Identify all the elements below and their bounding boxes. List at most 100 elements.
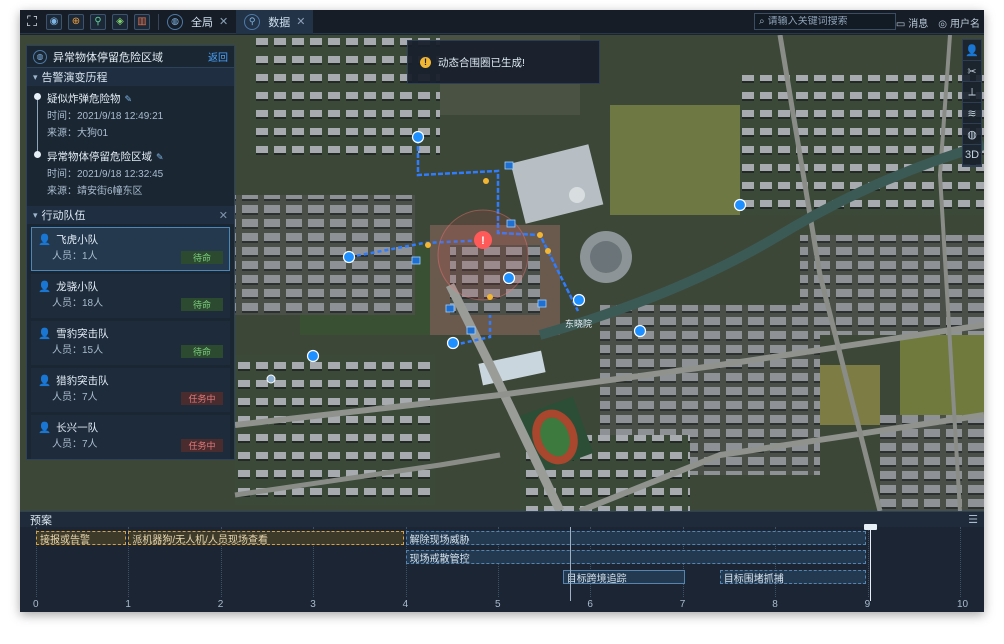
robot-marker[interactable] [483,178,489,184]
network-tool-icon[interactable]: ⚲ [90,13,106,30]
top-right-actions: ▭ 消息 ◎ 用户名 [896,15,980,30]
section-title: 告警演变历程 [41,72,108,84]
map-toolbar: 👤 ✂ ⟂ ≋ ◍ 3D [962,39,982,167]
timeline-gridline [960,527,961,597]
team-marker[interactable] [342,250,356,264]
playhead-handle[interactable] [864,524,877,530]
timeline-playhead[interactable] [864,524,877,601]
plan-step-bar[interactable]: 派机器狗/无人机/人员现场查看 [128,531,404,545]
panel-header: ◍ 异常物体停留危险区域 返回 [27,46,234,68]
history-section-header[interactable]: ▾ 告警演变历程 [27,68,234,86]
fullscreen-icon[interactable]: ⛶ [24,13,40,30]
plan-step-bar[interactable]: 解除现场威胁 [405,531,866,545]
team-marker[interactable] [306,349,320,363]
map-place-label: 东晓院 [565,318,592,329]
timeline-line [37,98,38,156]
plan-step-bar[interactable]: 目标跨境追踪 [562,570,686,584]
alert-marker[interactable]: ! [474,231,492,249]
robot-marker[interactable] [545,248,551,254]
teams-section-header[interactable]: ▾ 行动队伍 ✕ [27,206,234,224]
warning-icon: ! [420,56,431,68]
camera-marker[interactable] [506,219,516,228]
timeline-tick-label: 8 [772,599,778,610]
robot-marker[interactable] [487,294,493,300]
camera-marker[interactable] [411,256,421,265]
chevron-down-icon: ▾ [33,209,38,220]
timeline-body[interactable]: 0 1 2 3 4 5 6 7 8 9 10 接报或告警 派机器狗/无人机/人员现场查看 解除现场威胁 现场… [20,524,984,612]
alert-history: 疑似炸弹危险物 ✎ 时间：2021/9/18 12:49:21 来源：大狗01 异… [27,86,234,206]
timeline-dot [34,151,41,158]
camera-marker[interactable] [445,304,455,313]
team-item[interactable]: 👤 龙骁小队 人员：18人 待命 [31,274,230,318]
status-badge: 任务中 [181,392,223,405]
robot-marker[interactable] [425,242,431,248]
team-marker[interactable] [572,293,586,307]
team-name: 龙骁小队 [56,281,99,293]
section-title: 行动队伍 [41,210,86,222]
toast-text: 动态合围圈已生成! [438,56,525,69]
tab-data[interactable]: ⚲ 数据 ✕ [236,10,314,34]
timeline-tick-label: 0 [33,599,39,610]
team-item[interactable]: 👤 长兴一队 人员：7人 任务中 [31,415,230,459]
user-button[interactable]: ◎ 用户名 [938,15,980,30]
menu-icon[interactable]: ☰ [968,513,978,526]
panel-title: 异常物体停留危险区域 [53,51,163,64]
edit-icon[interactable]: ✎ [125,94,133,104]
history-title: 疑似炸弹危险物 [47,93,121,105]
globe-tool-icon[interactable]: ◉ [46,13,62,30]
user-label: 用户名 [950,19,980,30]
message-button[interactable]: ▭ 消息 [896,15,928,30]
scissors-icon[interactable]: ✂ [963,61,981,82]
plan-step-bar[interactable]: 现场戒散管控 [405,550,866,564]
team-name: 飞虎小队 [56,234,99,246]
timeline-header: 预案 ☰ [20,511,984,527]
search-box[interactable]: ⌕ [754,13,896,30]
person-icon[interactable]: 👤 [963,40,981,61]
history-time: 时间：2021/9/18 12:49:21 [47,111,164,122]
camera-marker[interactable] [504,161,514,170]
team-marker[interactable] [502,271,516,285]
team-marker[interactable] [446,336,460,350]
plan-step-bar[interactable]: 目标围堵抓捕 [719,570,866,584]
camera-marker[interactable] [466,326,476,335]
team-name: 雪豹突击队 [56,328,109,340]
team-marker[interactable] [411,130,425,144]
target-icon[interactable]: ⊕ [68,13,84,30]
back-link[interactable]: 返回 [208,49,228,64]
person-icon: 👤 [38,281,52,293]
layers-tool-icon[interactable]: ◈ [112,13,128,30]
close-icon[interactable]: ✕ [219,209,228,222]
camera-marker[interactable] [537,299,547,308]
timeline-gridline [867,527,869,597]
chevron-down-icon: ▾ [33,71,38,82]
history-item: 异常物体停留危险区域 ✎ 时间：2021/9/18 12:32:45 来源：靖安街… [34,148,234,200]
edit-icon[interactable]: ✎ [156,152,164,162]
timeline-tick-label: 1 [125,599,131,610]
team-marker[interactable] [733,198,747,212]
robot-marker[interactable] [537,232,543,238]
close-icon[interactable]: ✕ [219,15,228,28]
message-icon: ▭ [895,19,906,30]
toast-notification: ! 动态合围圈已生成! [407,40,600,84]
3d-toggle[interactable]: 3D [963,145,981,166]
alert-icon: ◍ [33,49,47,64]
timeline-tick-label: 10 [957,599,969,610]
network-icon: ⚲ [244,13,261,30]
team-item[interactable]: 👤 猎豹突击队 人员：7人 任务中 [31,368,230,412]
status-badge: 待命 [181,298,223,311]
compass-icon[interactable]: ◍ [963,124,981,145]
layers-icon[interactable]: ≋ [963,103,981,124]
team-marker[interactable] [633,324,647,338]
history-source: 来源：大狗01 [47,128,109,139]
timeline-marker[interactable] [570,527,571,601]
search-input[interactable] [767,16,888,27]
book-icon[interactable]: ▥ [134,13,150,30]
tab-global[interactable]: ◍ 全局 ✕ [159,10,236,34]
history-item: 疑似炸弹危险物 ✎ 时间：2021/9/18 12:49:21 来源：大狗01 [34,90,234,142]
close-icon[interactable]: ✕ [296,15,305,28]
ruler-icon[interactable]: ⟂ [963,82,981,103]
team-item[interactable]: 👤 飞虎小队 人员：1人 待命 [31,227,230,271]
plan-step-bar[interactable]: 接报或告警 [36,531,127,545]
team-item[interactable]: 👤 雪豹突击队 人员：15人 待命 [31,321,230,365]
person-icon: 👤 [38,328,52,340]
